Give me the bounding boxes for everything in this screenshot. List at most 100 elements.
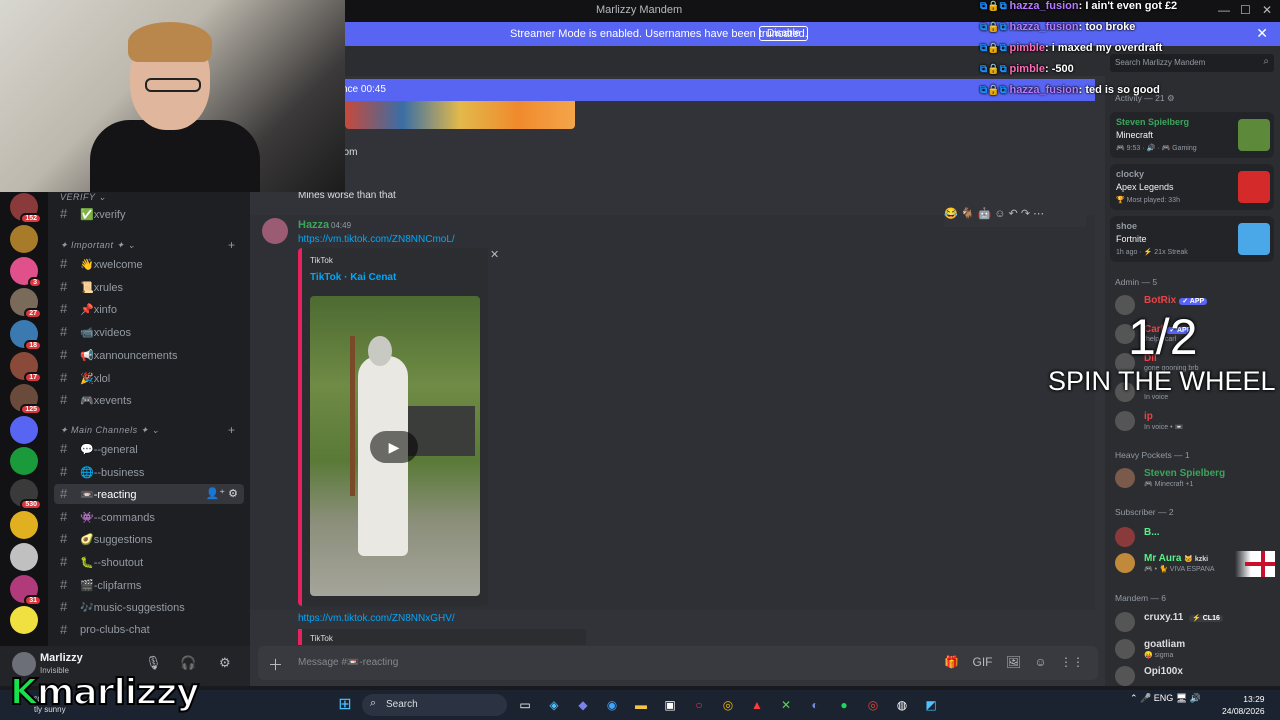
- embed-title[interactable]: TikTok · Kai Cenat: [310, 272, 396, 283]
- hash-icon: #: [60, 508, 68, 524]
- server-icon[interactable]: [10, 542, 38, 571]
- embed-video-thumbnail[interactable]: ▶: [310, 296, 480, 596]
- obs-icon[interactable]: ◍: [893, 696, 911, 714]
- activity-card[interactable]: clocky Apex Legends 🏆 Most played: 33h: [1110, 164, 1274, 210]
- channel-item[interactable]: # 📜xrules: [54, 277, 244, 297]
- message-composer[interactable]: ＋ Message #📼-reacting 🎁 GIF 🖼 ☺ ⋮⋮: [258, 646, 1098, 680]
- channel-item[interactable]: # 🌐--business: [54, 462, 244, 482]
- channel-item[interactable]: # 🎶music-suggestions: [54, 597, 244, 617]
- channel-item[interactable]: # 🎉xlol: [54, 368, 244, 388]
- hash-icon: #: [60, 621, 68, 637]
- server-icon[interactable]: [10, 415, 38, 444]
- activity-card[interactable]: Steven Spielberg Minecraft 🎮 9:53 · 🔊 · 🎮 …: [1110, 112, 1274, 158]
- channel-item[interactable]: # 📌xinfo: [54, 299, 244, 319]
- network-icon[interactable]: 🖥 🔊: [1173, 693, 1201, 703]
- previous-embed-image[interactable]: [345, 101, 575, 129]
- server-icon[interactable]: 152: [10, 193, 42, 224]
- member-item[interactable]: goatliam 😛 sigma: [1115, 639, 1275, 661]
- member-item[interactable]: B...: [1115, 527, 1275, 549]
- edge-icon[interactable]: ◉: [603, 696, 621, 714]
- message-link[interactable]: https://vm.tiktok.com/ZN8NNCmoL/: [298, 234, 455, 245]
- mention-badge: 31: [24, 594, 42, 606]
- message-hover-actions[interactable]: 😂 🐐 🤖 ☺ ↶ ↷ ⋯: [944, 207, 1086, 227]
- server-icon[interactable]: [10, 511, 38, 539]
- channel-item[interactable]: # 📼-reacting 👤⁺ ⚙: [54, 484, 244, 505]
- message-input[interactable]: Message #📼-reacting: [298, 657, 398, 668]
- add-attachment-icon[interactable]: ＋: [268, 654, 283, 675]
- activity-meta: 🎮 9:53 · 🔊 · 🎮 Gaming: [1116, 145, 1197, 152]
- call-bar[interactable]: nce 00:45: [250, 79, 1095, 101]
- disable-streamer-mode-button[interactable]: Disable: [759, 26, 809, 41]
- system-tray[interactable]: ⌃ 🎤 ENG 🖥 🔊: [1130, 693, 1201, 704]
- opera-icon[interactable]: ○: [690, 696, 708, 714]
- task-view-icon[interactable]: ▭: [516, 696, 534, 714]
- server-icon[interactable]: 18: [10, 320, 42, 352]
- hash-icon: #: [60, 256, 68, 271]
- chat-message: : -500: [1044, 63, 1074, 75]
- composer-tools[interactable]: 🎁 GIF 🖼 ☺ ⋮⋮: [944, 655, 1084, 669]
- chrome-icon-2[interactable]: ◎: [864, 696, 882, 714]
- server-icon[interactable]: [10, 224, 38, 253]
- add-channel-icon[interactable]: +: [228, 238, 236, 252]
- channel-item[interactable]: # 📢xannouncements: [54, 345, 244, 365]
- chrome-icon[interactable]: ◎: [719, 696, 737, 714]
- keyboard-language[interactable]: ENG: [1154, 693, 1174, 703]
- chat-message: : i maxed my overdraft: [1044, 42, 1163, 54]
- discord-icon[interactable]: ◐: [806, 696, 824, 714]
- member-item[interactable]: Mr Aura 🐱 kzki 🎮 • 🐈 VIVA ESPANA: [1115, 551, 1275, 577]
- avatar: [1115, 468, 1135, 488]
- channel-item[interactable]: # pro-clubs-chat: [54, 620, 244, 640]
- file-explorer-icon[interactable]: ▬: [632, 696, 650, 714]
- taskbar-clock[interactable]: 13:29 24/08/2026: [1222, 693, 1265, 717]
- server-icon[interactable]: 17: [10, 352, 42, 383]
- member-item[interactable]: ip In voice • 📼: [1115, 411, 1275, 433]
- add-channel-icon[interactable]: +: [228, 423, 236, 437]
- windows-start-icon[interactable]: ⊞: [336, 696, 354, 714]
- server-icon[interactable]: 31: [10, 574, 42, 606]
- tray-icons[interactable]: ⌃ 🎤: [1130, 693, 1154, 703]
- copilot-icon[interactable]: ◈: [545, 696, 563, 714]
- category-verify[interactable]: VERIFY ⌄: [60, 192, 106, 203]
- member-item[interactable]: Opi100x: [1115, 666, 1275, 688]
- server-icon[interactable]: 530: [10, 479, 42, 511]
- member-name: ip: [1144, 411, 1153, 422]
- channel-item[interactable]: # 💬--general: [54, 439, 244, 459]
- server-icon[interactable]: 27: [10, 288, 42, 320]
- spotify-icon[interactable]: ●: [835, 696, 853, 714]
- channel-actions[interactable]: 👤⁺ ⚙: [206, 487, 238, 500]
- search-icon: ⌕: [370, 697, 377, 709]
- channel-item[interactable]: # 🐛--shoutout: [54, 552, 244, 572]
- channel-item[interactable]: # 🎬-clipfarms: [54, 575, 244, 595]
- channel-item[interactable]: # 🥑suggestions: [54, 529, 244, 549]
- headphones-icon[interactable]: 🎧: [180, 655, 196, 671]
- member-item[interactable]: Steven Spielberg 🎮 Minecraft +1: [1115, 468, 1275, 490]
- app-icon[interactable]: ◩: [922, 696, 940, 714]
- spin-count: 1/2: [1128, 309, 1198, 365]
- taskbar-search[interactable]: ⌕ Search: [362, 694, 507, 716]
- channel-item[interactable]: # 📹xvideos: [54, 322, 244, 342]
- activity-card[interactable]: shoe Fortnite 1h ago · ⚡ 21x Streak: [1110, 216, 1274, 262]
- xbox-icon[interactable]: ✕: [777, 696, 795, 714]
- activity-meta: 1h ago · ⚡ 21x Streak: [1116, 249, 1188, 256]
- server-icon[interactable]: 125: [10, 383, 42, 415]
- avatar[interactable]: [262, 218, 288, 244]
- message-author[interactable]: Hazza: [298, 219, 329, 231]
- microphone-icon[interactable]: 🎙: [145, 655, 162, 671]
- channel-label: 📼-reacting: [80, 489, 137, 502]
- adobe-icon[interactable]: ▲: [748, 696, 766, 714]
- category-important[interactable]: ✦ Important ✦ ⌄ +: [60, 238, 235, 252]
- play-icon[interactable]: ▶: [370, 431, 418, 463]
- channel-item[interactable]: # 👾--commands: [54, 507, 244, 527]
- channel-xverify[interactable]: # ✅xverify: [54, 204, 244, 224]
- close-embed-icon[interactable]: ✕: [490, 248, 499, 261]
- embed-provider: TikTok: [310, 634, 333, 643]
- message-link[interactable]: https://vm.tiktok.com/ZN8NNxGHV/: [298, 613, 455, 624]
- channel-item[interactable]: # 🎮xevents: [54, 390, 244, 410]
- server-icon[interactable]: 3: [10, 256, 42, 288]
- category-main[interactable]: ✦ Main Channels ✦ ⌄ +: [60, 423, 235, 437]
- gear-icon[interactable]: ⚙: [219, 655, 231, 671]
- member-item[interactable]: cruxy.11 ⚡ CL16: [1115, 612, 1275, 634]
- channel-item[interactable]: # 👋xwelcome: [54, 254, 244, 274]
- teams-icon[interactable]: ◆: [574, 696, 592, 714]
- store-icon[interactable]: ▣: [661, 696, 679, 714]
